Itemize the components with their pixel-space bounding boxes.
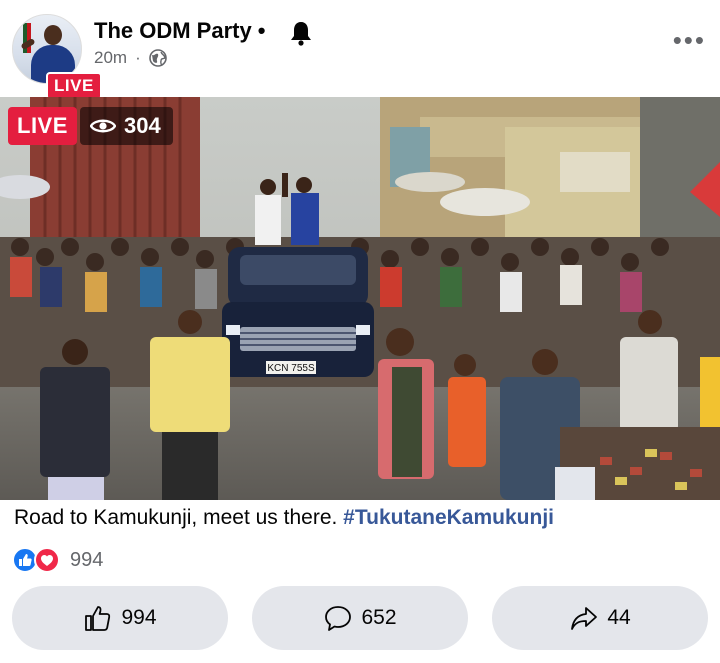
share-button[interactable]: 44 bbox=[492, 586, 708, 650]
hashtag-link[interactable]: #TukutaneKamukunji bbox=[343, 506, 554, 529]
like-count: 994 bbox=[121, 606, 157, 629]
video-frame: KCN 755S bbox=[0, 97, 720, 500]
live-video[interactable]: KCN 755S LIVE 304 bbox=[0, 97, 720, 500]
license-plate: KCN 755S bbox=[267, 363, 315, 374]
share-icon bbox=[571, 607, 598, 630]
post-header: LIVE The ODM Party • 20m · ••• bbox=[0, 0, 720, 100]
page-name-link[interactable]: The ODM Party bbox=[94, 18, 252, 43]
reactions-summary[interactable]: 994 bbox=[12, 547, 103, 573]
comment-count: 652 bbox=[361, 606, 397, 629]
name-separator: • bbox=[257, 18, 266, 43]
thumbs-up-icon bbox=[85, 606, 111, 631]
viewer-count: 304 bbox=[124, 113, 161, 138]
eye-icon bbox=[90, 119, 116, 133]
bell-icon[interactable] bbox=[289, 20, 313, 46]
page-avatar[interactable]: LIVE bbox=[12, 14, 102, 100]
reaction-count: 994 bbox=[70, 548, 104, 571]
meta-separator: · bbox=[135, 48, 141, 67]
post-time[interactable]: 20m bbox=[94, 48, 127, 68]
post-caption: Road to Kamukunji, meet us there. #Tukut… bbox=[14, 506, 554, 530]
more-options-icon[interactable]: ••• bbox=[673, 27, 706, 53]
comment-icon bbox=[325, 606, 352, 631]
caption-text: Road to Kamukunji, meet us there. bbox=[14, 506, 344, 529]
globe-icon bbox=[148, 49, 167, 67]
action-bar: 994 652 44 bbox=[12, 586, 708, 650]
post-meta: 20m · bbox=[94, 48, 167, 68]
page-name-row: The ODM Party • bbox=[94, 18, 271, 44]
viewer-count-badge: 304 bbox=[80, 107, 173, 145]
share-count: 44 bbox=[607, 606, 631, 629]
reaction-icons bbox=[12, 547, 64, 573]
comment-button[interactable]: 652 bbox=[252, 586, 468, 650]
love-icon bbox=[34, 547, 60, 573]
like-button[interactable]: 994 bbox=[12, 586, 228, 650]
live-indicator: LIVE bbox=[8, 107, 77, 145]
avatar-live-badge: LIVE bbox=[46, 72, 102, 100]
